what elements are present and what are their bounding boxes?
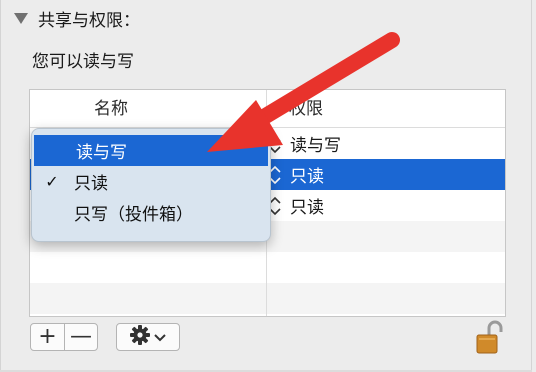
menu-item-read-write[interactable]: 读与写 (34, 135, 268, 166)
checkmark-icon: ✓ (45, 172, 59, 191)
menu-item-read-only[interactable]: ✓ 只读 (32, 166, 270, 197)
add-user-button[interactable]: + (31, 324, 64, 350)
privilege-popup[interactable]: 读与写 (268, 128, 341, 159)
gear-icon (129, 324, 153, 350)
unlocked-padlock-icon[interactable] (475, 318, 503, 356)
menu-item-label: 只写（投件箱） (74, 205, 193, 225)
section-title: 共享与权限： (38, 10, 140, 31)
column-header-name[interactable]: 名称 (94, 90, 128, 128)
column-header-privilege[interactable]: 权限 (289, 90, 323, 128)
disclosure-triangle-icon[interactable] (14, 13, 28, 24)
menu-item-label: 只读 (74, 174, 108, 194)
table-header: 名称 权限 (30, 90, 505, 128)
permission-status-text: 您可以读与写 (32, 52, 134, 72)
privilege-value: 读与写 (290, 136, 341, 156)
chevron-down-icon (153, 328, 167, 347)
panel-right-border (531, 0, 532, 372)
table-row-empty (30, 283, 505, 314)
action-menu-button[interactable] (116, 323, 180, 351)
panel-left-border (0, 0, 1, 372)
sharing-permissions-header[interactable]: 共享与权限： (14, 6, 140, 31)
privilege-value: 只读 (290, 167, 324, 187)
add-remove-segmented-control[interactable]: + — (30, 323, 98, 351)
remove-user-button[interactable]: — (63, 324, 97, 350)
table-row-empty (30, 252, 505, 283)
privilege-popup[interactable]: 只读 (268, 190, 324, 221)
privilege-value: 只读 (290, 198, 324, 218)
privilege-popup[interactable]: 只读 (268, 159, 324, 190)
privilege-popup-menu[interactable]: 读与写 ✓ 只读 只写（投件箱） (31, 128, 271, 242)
menu-item-label: 读与写 (76, 143, 127, 163)
menu-item-write-only[interactable]: 只写（投件箱） (32, 197, 270, 228)
